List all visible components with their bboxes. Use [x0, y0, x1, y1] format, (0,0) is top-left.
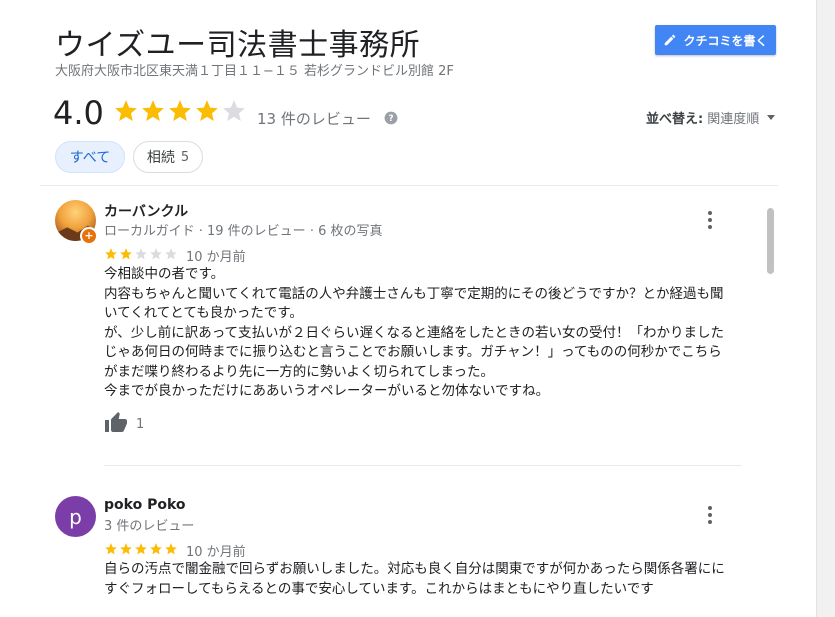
review-time: 10 か月前 [186, 250, 246, 265]
write-review-button[interactable]: クチコミを書く [655, 25, 776, 55]
review-text-line: が、少し前に訳あって支払いが２日ぐらい遅くなると連絡をしたときの若い女の受付！「… [104, 324, 725, 341]
review-count: 13 件のレビュー [257, 110, 371, 128]
review-time: 10 か月前 [186, 545, 246, 560]
star-icon [165, 248, 177, 260]
star-icon [135, 248, 147, 260]
star-icon [142, 100, 164, 121]
chevron-down-icon [767, 115, 776, 120]
local-guide-badge-icon: + [80, 227, 98, 245]
window-edge [816, 0, 835, 617]
filter-chip-all[interactable]: すべて [55, 141, 125, 173]
avatar[interactable]: p [55, 496, 96, 537]
star-icon [196, 100, 218, 121]
star-icon [120, 248, 132, 260]
star-icon [150, 543, 162, 555]
star-icon [135, 543, 147, 555]
divider [40, 185, 778, 186]
review-text-line: じゃあ何日の何時までに振り込むと言うことでお願いします。ガチャン！」ってものの何… [104, 344, 722, 360]
review-text-line: 今相談中の者です。 [104, 266, 225, 282]
star-icon [105, 248, 117, 260]
business-address: 大阪府大阪市北区東天満１丁目１１−１５ 若杉グランドビル別館 2F [55, 64, 454, 79]
review-author-meta[interactable]: ローカルガイド · 19 件のレビュー · 6 枚の写真 [104, 220, 382, 239]
star-icon [115, 100, 137, 121]
average-rating-stars [113, 98, 247, 124]
review-text-line: 内容もちゃんと聞いてくれて電話の人や弁護士さんも丁寧で定期的にその後どうですか？… [104, 285, 724, 302]
review-author[interactable]: poko Poko [104, 497, 186, 513]
pencil-icon [665, 34, 676, 46]
question-circle-icon[interactable]: ? [384, 111, 398, 125]
thumb-up-icon[interactable] [104, 411, 128, 435]
filter-chip-consult[interactable]: 相続 5 [133, 141, 203, 173]
business-name: ウイズユー司法書士事務所 [55, 28, 421, 63]
filter-chip-label: 相続 [146, 150, 175, 166]
review-author-meta[interactable]: 3 件のレビュー [104, 515, 194, 534]
more-vert-icon[interactable] [707, 211, 713, 229]
write-review-label: クチコミを書く [683, 33, 768, 48]
star-icon [120, 543, 132, 555]
like-count: 1 [136, 417, 145, 432]
sort-value: 関連度順 [707, 112, 760, 127]
svg-text:?: ? [388, 114, 393, 124]
star-icon [223, 100, 245, 121]
sort-dropdown[interactable]: 並べ替え: 関連度順 [646, 108, 776, 127]
sort-label: 並べ替え: [646, 112, 704, 127]
star-icon [165, 543, 177, 555]
divider [104, 465, 742, 466]
filter-chip-count: 5 [180, 149, 190, 165]
review-text-line: いてくれてとても良かったです。 [104, 305, 303, 321]
star-icon [105, 543, 117, 555]
review-text: 自らの汚点で闇金融で回らずお願いしました。対応も良く自分は関東ですが何かあったら… [104, 560, 725, 599]
review-text-line: 今までが良かっただけにああいうオペレーターがいると勿体ないですね。 [104, 383, 550, 399]
star-icon [169, 100, 191, 121]
review-text-line: 自らの汚点で闇金融で回らずお願いしました。対応も良く自分は関東ですが何かあったら… [104, 561, 725, 577]
review-text-line: すぐフォローしてもらえるとの事で安心しています。これからはまともにやり直したいで… [104, 580, 654, 597]
review-author[interactable]: カーバンクル [104, 201, 188, 221]
review-text: 今相談中の者です。 内容もちゃんと聞いてくれて電話の人や弁護士さんも丁寧で定期的… [104, 265, 724, 402]
review-rating-stars [104, 247, 178, 261]
star-icon [150, 248, 162, 260]
average-rating: 4.0 [53, 94, 104, 132]
review-rating-stars [104, 542, 178, 556]
scrollbar-thumb[interactable] [767, 208, 774, 274]
review-text-line: がまだ喋り終わるより先に一方的に勢いよく切られてしまった。 [104, 363, 495, 380]
more-vert-icon[interactable] [707, 506, 713, 524]
